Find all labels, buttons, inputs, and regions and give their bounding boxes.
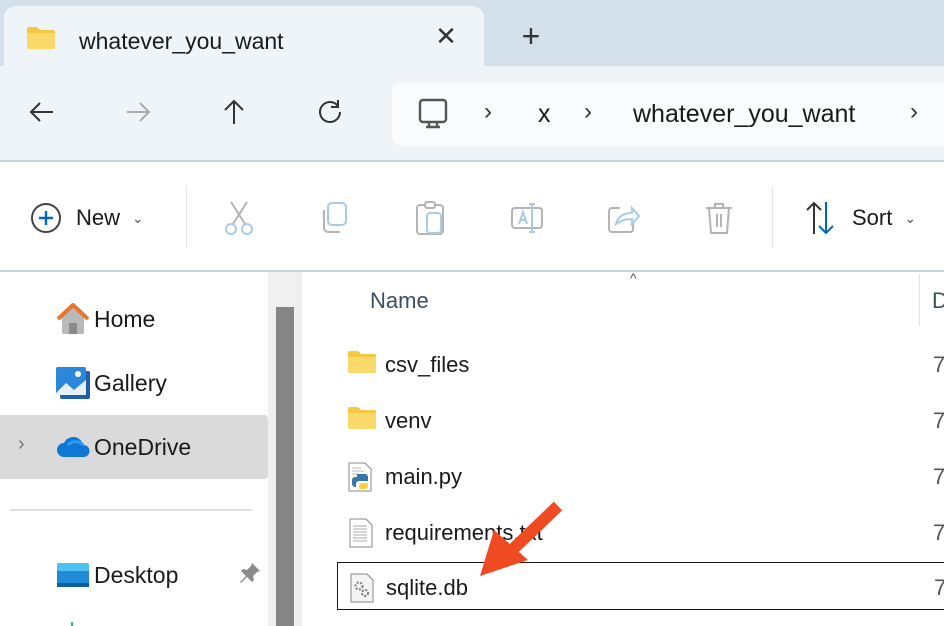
sidebar-item-label: Gallery (94, 370, 167, 396)
navigation-bar: › x › whatever_you_want › (0, 66, 944, 162)
desktop-icon (56, 559, 90, 591)
forward-arrow-icon (127, 102, 151, 122)
paste-button[interactable] (414, 200, 448, 236)
chevron-down-icon: ⌄ (904, 209, 917, 226)
python-file-icon (347, 462, 377, 492)
db-file-icon (348, 573, 378, 603)
rename-button[interactable] (510, 200, 544, 236)
sidebar-divider (10, 509, 252, 511)
file-name: csv_files (385, 352, 470, 377)
copy-button[interactable] (318, 200, 352, 236)
trash-icon (706, 203, 732, 234)
back-button[interactable] (24, 94, 60, 130)
breadcrumb-separator[interactable]: › (484, 98, 492, 126)
sidebar-item-home[interactable]: Home (0, 287, 268, 351)
file-date: 7 (933, 352, 944, 377)
plus-circle-icon (31, 203, 61, 233)
home-icon (56, 303, 90, 335)
sort-button[interactable]: Sort ⌄ (804, 200, 916, 236)
folder-icon (347, 350, 377, 378)
file-date: 7 (933, 520, 944, 545)
gallery-icon (56, 367, 90, 399)
sidebar-item-label: OneDrive (94, 434, 192, 460)
refresh-icon (319, 100, 341, 123)
column-header-name[interactable]: Name (370, 288, 429, 314)
divider (186, 186, 187, 248)
column-header-date[interactable]: D (932, 288, 944, 314)
annotation-arrow (480, 501, 563, 576)
file-name: sqlite.db (386, 575, 468, 600)
sidebar-item-label: Home (94, 306, 156, 332)
divider (772, 186, 773, 248)
sidebar-scrollbar-thumb[interactable] (276, 307, 294, 626)
sort-ascending-indicator: ^ (630, 270, 637, 286)
new-tab-button[interactable]: + (513, 20, 549, 56)
paste-icon (416, 201, 444, 235)
file-date: 7 (933, 464, 944, 489)
breadcrumb-separator[interactable]: › (584, 98, 592, 126)
close-tab-button[interactable]: ✕ (432, 22, 460, 50)
share-icon (608, 205, 640, 233)
pin-icon[interactable] (238, 561, 262, 590)
new-button[interactable]: New ⌄ (30, 200, 144, 236)
cut-button[interactable] (222, 200, 256, 236)
this-pc-icon (418, 98, 448, 135)
copy-icon (323, 202, 347, 233)
breadcrumb-separator[interactable]: › (910, 98, 918, 126)
sidebar-item-label: Desktop (94, 562, 179, 588)
share-button[interactable] (606, 200, 640, 236)
file-row-sqlite-db[interactable]: sqlite.db 7 (337, 562, 944, 610)
rename-icon (511, 203, 543, 233)
tab-title: whatever_you_want (79, 28, 284, 54)
forward-button[interactable] (120, 94, 156, 130)
up-arrow-icon (224, 99, 244, 124)
back-arrow-icon (29, 102, 53, 122)
breadcrumb-x[interactable]: x (538, 100, 551, 129)
command-bar: New ⌄ Sort ⌄ (0, 162, 944, 272)
sidebar-item-gallery[interactable]: Gallery (0, 351, 268, 415)
file-date: 7 (934, 575, 944, 600)
delete-button[interactable] (702, 200, 736, 236)
address-bar[interactable]: › x › whatever_you_want › (392, 82, 944, 146)
up-button[interactable] (216, 94, 252, 130)
file-row-csv-files[interactable]: csv_files 7 (337, 340, 944, 388)
file-row-venv[interactable]: venv 7 (337, 396, 944, 444)
navigation-pane: Home Gallery › OneDrive Desktop (0, 272, 268, 626)
sidebar-item-onedrive[interactable]: › OneDrive (0, 415, 268, 479)
folder-icon (26, 26, 56, 55)
column-separator[interactable] (919, 274, 920, 326)
file-date: 7 (933, 408, 944, 433)
breadcrumb-whatever-you-want[interactable]: whatever_you_want (633, 100, 855, 129)
file-name: venv (385, 408, 432, 433)
onedrive-icon (56, 431, 90, 463)
refresh-button[interactable] (312, 94, 348, 130)
chevron-right-icon[interactable]: › (18, 433, 25, 456)
chevron-down-icon: ⌄ (132, 209, 144, 226)
file-row-main-py[interactable]: main.py 7 (337, 452, 944, 500)
new-label: New (76, 205, 121, 230)
tab-whatever-you-want[interactable]: whatever_you_want ✕ (4, 6, 484, 72)
sort-icon (806, 201, 834, 235)
scissors-icon (225, 201, 253, 235)
sidebar-item-desktop[interactable]: Desktop (0, 543, 268, 607)
sort-label: Sort (852, 205, 893, 230)
folder-icon (347, 406, 377, 434)
file-row-requirements-txt[interactable]: requirements.txt 7 (337, 508, 944, 556)
file-name: main.py (385, 464, 463, 489)
partial-sidebar-icon (71, 622, 73, 626)
tab-strip: whatever_you_want ✕ + (0, 0, 944, 72)
text-file-icon (347, 518, 377, 548)
